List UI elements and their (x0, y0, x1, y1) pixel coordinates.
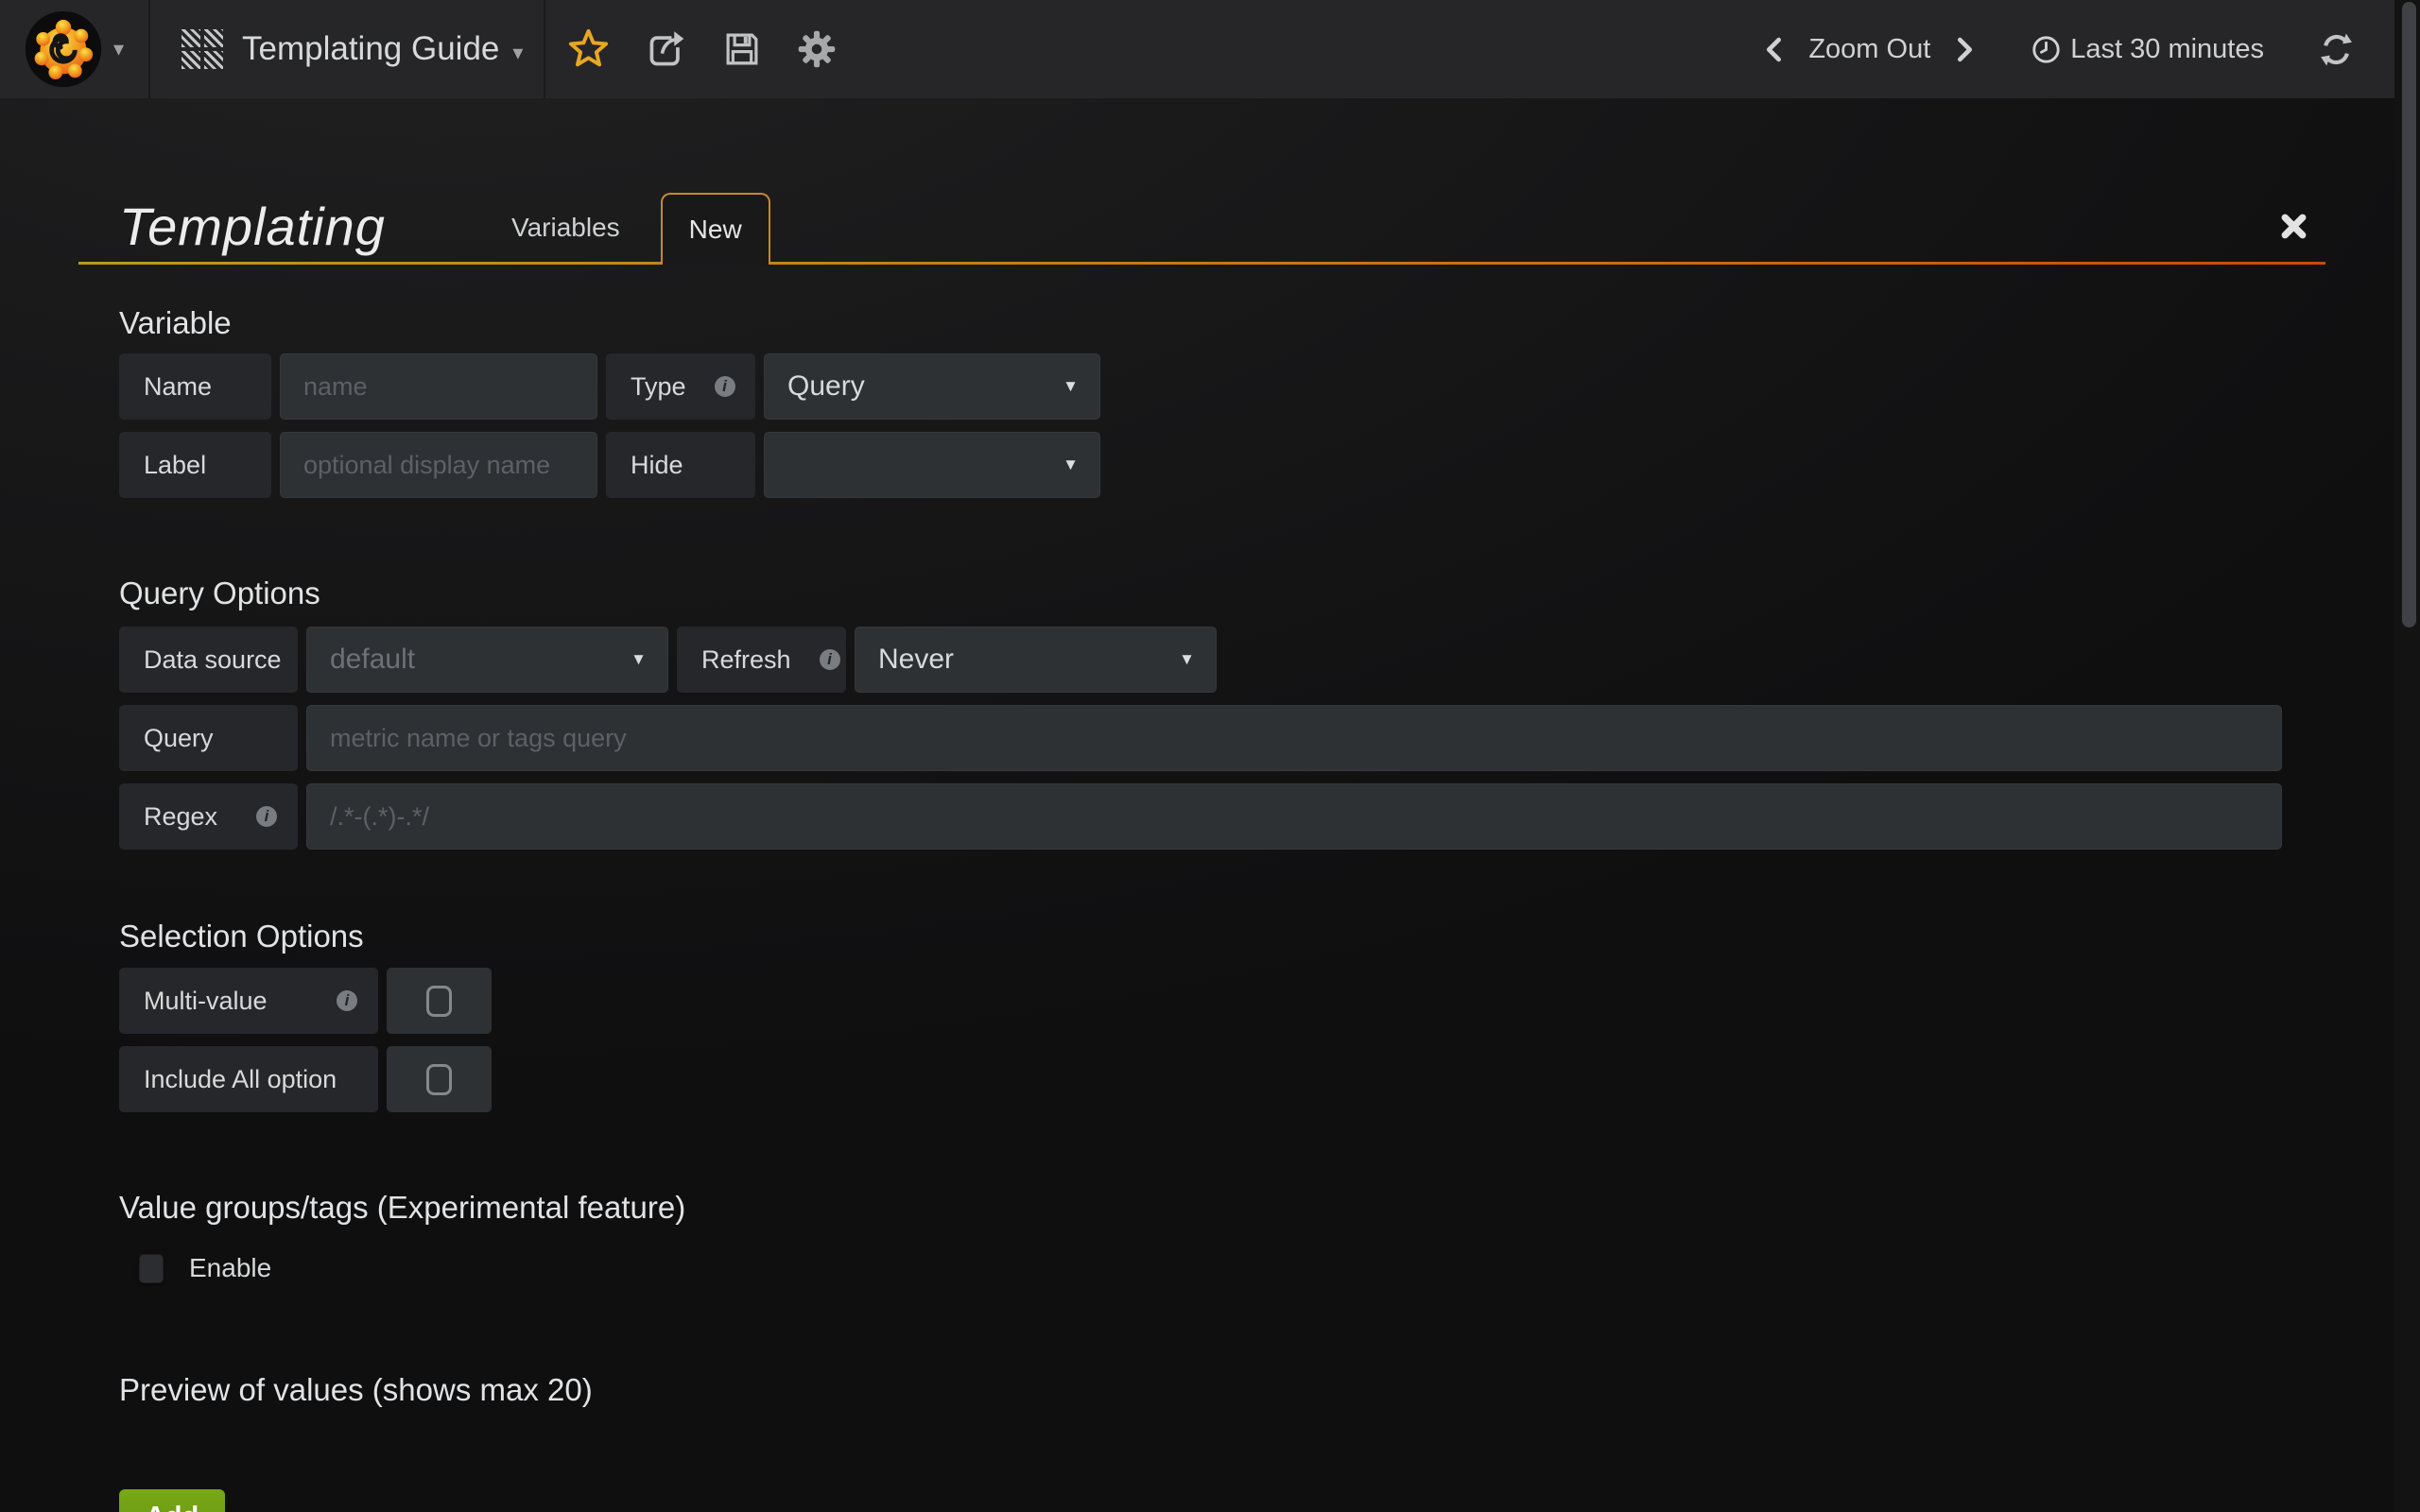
form-row-datasource-refresh: Data source default ▼ Refresh i Never ▼ (119, 627, 2325, 693)
select-caret-icon: ▼ (1063, 377, 1079, 396)
enable-checkbox[interactable] (139, 1254, 164, 1283)
dashboard-grid-icon (182, 29, 223, 69)
navbar-spacer (837, 0, 1762, 98)
regex-label: Regex i (119, 783, 298, 850)
query-label: Query (119, 705, 298, 771)
section-heading-selection-options: Selection Options (119, 918, 2325, 955)
templating-editor: Templating Variables New Variable Name T… (78, 190, 2325, 1512)
time-range-label: Last 30 minutes (2070, 34, 2264, 65)
form-row-multi-value: Multi-value i (119, 968, 2325, 1034)
hide-select[interactable]: ▼ (764, 432, 1100, 498)
section-variable: Variable Name Type i Query ▼ Label (119, 304, 2325, 498)
type-info-icon[interactable]: i (715, 376, 735, 397)
add-button[interactable]: Add (119, 1489, 225, 1512)
name-label: Name (119, 353, 271, 420)
close-editor-button[interactable] (2279, 212, 2308, 244)
datasource-select[interactable]: default ▼ (306, 627, 668, 693)
form-row-include-all: Include All option (119, 1046, 2325, 1112)
regex-input[interactable] (306, 783, 2282, 850)
select-caret-icon: ▼ (1063, 455, 1079, 474)
tab-variables[interactable]: Variables (473, 193, 659, 265)
share-icon (646, 28, 687, 70)
star-dashboard-button[interactable] (566, 27, 611, 72)
time-shift-forward-button[interactable] (1951, 37, 1977, 62)
include-all-label: Include All option (119, 1046, 378, 1112)
grafana-app: ▾ Templating Guide ▾ (0, 0, 2420, 1512)
multi-value-info-icon[interactable]: i (337, 990, 357, 1011)
gear-icon (797, 29, 837, 69)
templating-form: Variable Name Type i Query ▼ Label (78, 304, 2325, 1512)
refresh-info-icon[interactable]: i (820, 649, 840, 670)
enable-row: Enable (139, 1251, 2325, 1285)
multi-value-checkbox[interactable] (387, 968, 492, 1034)
top-navbar: ▾ Templating Guide ▾ (0, 0, 2420, 98)
refresh-icon (2319, 32, 2354, 67)
select-caret-icon: ▼ (631, 650, 647, 669)
type-select-value: Query (787, 370, 865, 403)
label-input[interactable] (280, 432, 597, 498)
multi-value-label: Multi-value i (119, 968, 378, 1034)
org-menu-button[interactable]: ▾ (0, 0, 148, 98)
checkbox-icon (426, 1064, 452, 1095)
dashboard-title-caret-icon: ▾ (512, 33, 523, 65)
section-heading-value-groups: Value groups/tags (Experimental feature) (119, 1189, 2325, 1227)
form-row-regex: Regex i (119, 783, 2325, 850)
page-title: Templating (119, 196, 416, 257)
section-value-groups: Value groups/tags (Experimental feature)… (119, 1189, 2325, 1285)
time-range-picker[interactable]: Last 30 minutes (2031, 34, 2264, 65)
tab-underline (78, 262, 2325, 265)
section-query-options: Query Options Data source default ▼ Refr… (119, 575, 2325, 850)
refresh-label: Refresh i (677, 627, 846, 693)
form-row-label-hide: Label Hide ▼ (119, 432, 2325, 498)
enable-label: Enable (189, 1253, 271, 1283)
refresh-dashboard-button[interactable] (2319, 32, 2354, 67)
section-preview: Preview of values (shows max 20) (119, 1371, 2325, 1409)
form-row-query: Query (119, 705, 2325, 771)
checkbox-icon (426, 986, 452, 1017)
save-dashboard-button[interactable] (722, 29, 762, 69)
org-menu-caret-icon: ▾ (113, 37, 124, 61)
clock-icon (2031, 35, 2061, 64)
time-shift-back-button[interactable] (1762, 37, 1788, 62)
select-caret-icon: ▼ (1179, 650, 1195, 669)
zoom-out-button[interactable]: Zoom Out (1808, 34, 1930, 65)
templating-tabs-header: Templating Variables New (78, 190, 2325, 265)
close-icon (2279, 212, 2308, 241)
refresh-select-value: Never (878, 644, 954, 676)
section-heading-query-options: Query Options (119, 575, 2325, 612)
scrollbar-track (2394, 0, 2420, 1512)
refresh-select[interactable]: Never ▼ (855, 627, 1217, 693)
dashboard-title-menu[interactable]: Templating Guide ▾ (150, 0, 544, 98)
datasource-label: Data source (119, 627, 298, 693)
section-selection-options: Selection Options Multi-value i Include … (119, 918, 2325, 1112)
chevron-right-icon (1951, 37, 1977, 62)
dashboard-title: Templating Guide (242, 30, 499, 68)
scrollbar-thumb[interactable] (2402, 2, 2416, 627)
chevron-left-icon (1762, 37, 1788, 62)
hide-label: Hide (606, 432, 755, 498)
type-select[interactable]: Query ▼ (764, 353, 1100, 420)
regex-info-icon[interactable]: i (256, 806, 277, 827)
label-label: Label (119, 432, 271, 498)
dashboard-settings-button[interactable] (797, 29, 837, 69)
share-dashboard-button[interactable] (646, 28, 687, 70)
query-input[interactable] (306, 705, 2282, 771)
grafana-logo-icon (25, 10, 102, 88)
datasource-select-value: default (330, 644, 415, 676)
timepicker-controls: Zoom Out Last 30 minutes (1762, 0, 2420, 98)
tab-new[interactable]: New (661, 193, 770, 265)
dashboard-actions (545, 0, 837, 98)
include-all-checkbox[interactable] (387, 1046, 492, 1112)
type-label: Type i (606, 353, 755, 420)
form-row-name-type: Name Type i Query ▼ (119, 353, 2325, 420)
star-icon (566, 27, 611, 72)
section-heading-preview: Preview of values (shows max 20) (119, 1371, 2325, 1409)
section-heading-variable: Variable (119, 304, 2325, 342)
name-input[interactable] (280, 353, 597, 420)
save-icon (722, 29, 762, 69)
